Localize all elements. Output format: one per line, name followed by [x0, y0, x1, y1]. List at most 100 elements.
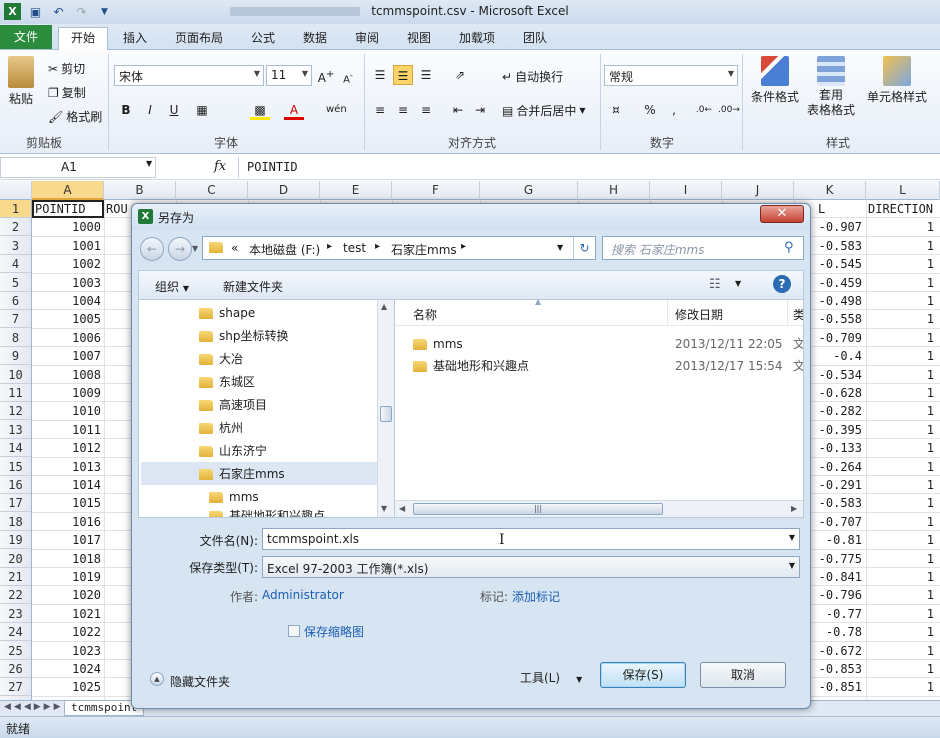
cell-pointid[interactable]: 1019	[32, 568, 104, 586]
tree-item[interactable]: shape	[199, 302, 255, 324]
comma-icon[interactable]: ,	[664, 100, 684, 120]
search-input[interactable]: 搜索 石家庄mms	[602, 236, 804, 260]
help-icon[interactable]: ?	[773, 275, 791, 293]
column-header-i[interactable]: I	[650, 181, 722, 200]
formula-input[interactable]: POINTID	[238, 157, 940, 178]
tags-input[interactable]: 添加标记	[512, 588, 560, 605]
cell-b1[interactable]: ROU	[104, 200, 134, 218]
cell-direction[interactable]: 1	[866, 310, 936, 328]
hide-folders-button[interactable]: 隐藏文件夹	[170, 673, 230, 690]
tree-item[interactable]: 基础地形和兴趣点	[209, 509, 325, 517]
cell-direction[interactable]: 1	[866, 642, 936, 660]
percent-icon[interactable]: %	[640, 100, 660, 120]
currency-icon[interactable]: ¤	[606, 100, 626, 120]
back-button[interactable]: ←	[140, 237, 164, 261]
scroll-down-icon[interactable]: ▼	[381, 504, 387, 513]
close-button[interactable]: ✕	[760, 205, 804, 223]
cell-direction[interactable]: 1	[866, 255, 936, 273]
align-top-icon[interactable]: ☰	[370, 65, 390, 85]
cell-direction[interactable]: 1	[866, 568, 936, 586]
row-header[interactable]: 20	[0, 550, 31, 568]
cell-direction[interactable]: 1	[866, 550, 936, 568]
chevron-down-icon[interactable]: ▼	[557, 243, 563, 252]
shrink-font-button[interactable]: A-	[338, 65, 358, 85]
row-header[interactable]: 14	[0, 439, 31, 458]
phonetic-icon[interactable]: wén	[326, 100, 347, 120]
cell-pointid[interactable]: 1012	[32, 439, 104, 457]
cell-direction[interactable]: 1	[866, 586, 936, 604]
format-as-table-button[interactable]: 套用 表格格式	[802, 56, 860, 118]
cell-pointid[interactable]: 1007	[32, 347, 104, 365]
cell-pointid[interactable]: 1014	[32, 476, 104, 494]
fill-color-icon[interactable]: ▩	[250, 100, 270, 120]
column-header-g[interactable]: G	[480, 181, 578, 200]
sheet-nav-arrows-icon[interactable]: ◀◀◀▶▶▶	[4, 702, 64, 712]
cell-pointid[interactable]: 1005	[32, 310, 104, 328]
scroll-left-icon[interactable]: ◀	[399, 504, 405, 513]
row-header[interactable]: 24	[0, 623, 31, 642]
tree-item[interactable]: 东城区	[199, 371, 255, 393]
thumbnail-label[interactable]: 保存缩略图	[304, 623, 364, 640]
column-date-header[interactable]: 修改日期	[675, 306, 723, 323]
cell-pointid[interactable]: 1002	[32, 255, 104, 273]
scroll-up-icon[interactable]: ▲	[381, 302, 387, 311]
tab-home[interactable]: 开始	[58, 27, 108, 51]
cell-pointid[interactable]: 1018	[32, 550, 104, 568]
cut-button[interactable]: ✂ 剪切	[48, 60, 85, 77]
paste-button[interactable]: 粘贴	[8, 56, 34, 107]
tree-item[interactable]: 杭州	[199, 417, 243, 439]
cell-direction[interactable]: 1	[866, 402, 936, 420]
breadcrumb-drive[interactable]: 本地磁盘 (F:)	[249, 241, 320, 258]
conditional-format-button[interactable]: 条件格式	[748, 56, 802, 105]
cell-direction[interactable]: 1	[866, 623, 936, 641]
breadcrumb-shijiazhuang[interactable]: 石家庄mms	[391, 241, 457, 258]
tab-review[interactable]: 审阅	[352, 28, 382, 50]
cell-direction[interactable]: 1	[866, 421, 936, 439]
cell-pointid[interactable]: 1024	[32, 660, 104, 678]
row-header[interactable]: 12	[0, 402, 31, 421]
file-list-scroll-thumb[interactable]: |||	[413, 503, 663, 515]
align-right-icon[interactable]: ≡	[416, 100, 436, 120]
cancel-button[interactable]: 取消	[700, 662, 786, 688]
save-button[interactable]: 保存(S)	[600, 662, 686, 688]
column-header-d[interactable]: D	[248, 181, 320, 200]
cell-styles-button[interactable]: 单元格样式	[864, 56, 930, 105]
cell-direction[interactable]: 1	[866, 531, 936, 549]
tab-view[interactable]: 视图	[404, 28, 434, 50]
cell-pointid[interactable]: 1021	[32, 605, 104, 623]
font-size-combo[interactable]: 11 ▼	[266, 65, 312, 86]
align-left-icon[interactable]: ≡	[370, 100, 390, 120]
file-row[interactable]: 基础地形和兴趣点	[413, 356, 529, 376]
row-header[interactable]: 7	[0, 310, 31, 329]
cell-a1-selected[interactable]: POINTID	[32, 200, 104, 218]
column-header-l[interactable]: L	[866, 181, 940, 200]
row-header[interactable]: 8	[0, 329, 31, 347]
row-header[interactable]: 26	[0, 660, 31, 678]
row-header[interactable]: 18	[0, 513, 31, 531]
tree-item[interactable]: 大冶	[199, 348, 243, 370]
tree-item[interactable]: shp坐标转换	[199, 325, 288, 347]
insert-function-button[interactable]: fx	[214, 159, 226, 174]
column-header-f[interactable]: F	[392, 181, 480, 200]
tree-item[interactable]: mms	[209, 486, 259, 508]
cell-direction[interactable]: DIRECTION	[866, 200, 936, 218]
cell-pointid[interactable]: 1003	[32, 274, 104, 292]
scroll-right-icon[interactable]: ▶	[791, 504, 797, 513]
column-name-header[interactable]: 名称	[413, 306, 437, 323]
decrease-decimal-icon[interactable]: .00→	[718, 100, 740, 120]
view-options-icon[interactable]: ☷	[709, 277, 721, 292]
cell-pointid[interactable]: 1016	[32, 513, 104, 531]
tab-addins[interactable]: 加载项	[456, 28, 498, 50]
forward-button[interactable]: →	[168, 237, 192, 261]
font-color-icon[interactable]: A	[284, 100, 304, 120]
tree-item[interactable]: 高速项目	[199, 394, 267, 416]
column-header-j[interactable]: J	[722, 181, 794, 200]
file-row[interactable]: mms	[413, 334, 463, 354]
tab-data[interactable]: 数据	[300, 28, 330, 50]
cell-direction[interactable]: 1	[866, 366, 936, 384]
cell-pointid[interactable]: 1023	[32, 642, 104, 660]
cell-direction[interactable]: 1	[866, 292, 936, 310]
row-header[interactable]: 15	[0, 458, 31, 476]
font-name-combo[interactable]: 宋体 ▼	[114, 65, 264, 86]
row-header[interactable]: 27	[0, 678, 31, 697]
